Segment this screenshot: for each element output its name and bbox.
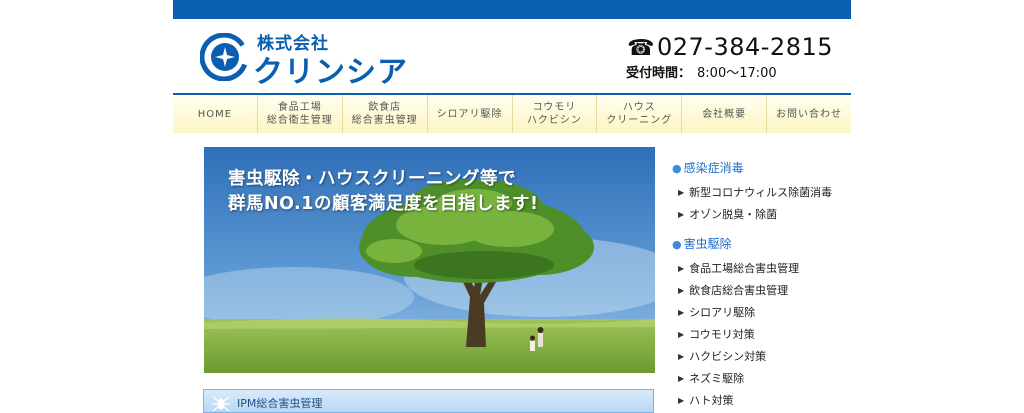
- triangle-right-icon: ▶: [678, 396, 685, 405]
- triangle-right-icon: ▶: [678, 374, 685, 383]
- bullet-icon: ●: [672, 238, 682, 251]
- bullet-icon: ●: [672, 162, 682, 175]
- triangle-right-icon: ▶: [678, 308, 685, 317]
- sidebar-item-label: ハクビシン対策: [689, 350, 767, 363]
- top-bar: [173, 0, 851, 19]
- phone-text: 027-384-2815: [656, 33, 833, 61]
- insect-icon: [212, 396, 230, 412]
- sidebar-item-label: ネズミ駆除: [689, 372, 745, 385]
- ipm-section-header[interactable]: IPM総合害虫管理: [203, 389, 654, 413]
- sidebar-item-label: 新型コロナウィルス除菌消毒: [689, 186, 833, 199]
- sidebar-item-label: 飲食店総合害虫管理: [689, 284, 789, 297]
- company-logo-icon[interactable]: [200, 33, 248, 81]
- telephone-icon: ☎: [627, 36, 655, 61]
- nav-contact[interactable]: お問い合わせ: [767, 95, 851, 133]
- sidebar-item-bat[interactable]: ▶ コウモリ対策: [672, 324, 852, 346]
- hours-label: 受付時間：: [626, 66, 692, 81]
- category-label: 感染症消毒: [683, 161, 744, 175]
- site-header: 株式会社 クリンシア ☎027-384-2815 受付時間： 8:00〜17:00: [173, 19, 851, 93]
- sidebar-item-restaurant[interactable]: ▶ 飲食店総合害虫管理: [672, 280, 852, 302]
- main-nav: HOME 食品工場 総合衛生管理 飲食店 総合害虫管理 シロアリ駆除 コウモリ …: [173, 93, 851, 133]
- sidebar-item-label: 食品工場総合害虫管理: [689, 262, 800, 275]
- nav-restaurant[interactable]: 飲食店 総合害虫管理: [343, 95, 428, 133]
- triangle-right-icon: ▶: [678, 330, 685, 339]
- sidebar-item-label: コウモリ対策: [689, 328, 755, 341]
- category-label: 害虫駆除: [683, 237, 732, 251]
- sidebar-category-pest[interactable]: ● 害虫駆除: [672, 236, 852, 252]
- sidebar-item-food-factory[interactable]: ▶ 食品工場総合害虫管理: [672, 258, 852, 280]
- sidebar-item-civet[interactable]: ▶ ハクビシン対策: [672, 346, 852, 368]
- sidebar-item-ozone[interactable]: ▶ オゾン脱臭・除菌: [672, 204, 852, 226]
- nav-termite[interactable]: シロアリ駆除: [428, 95, 513, 133]
- hero-caption: 害虫駆除・ハウスクリーニング等で 群馬NO.1の顧客満足度を目指します!: [228, 169, 539, 214]
- sidebar-category-disinfection[interactable]: ● 感染症消毒: [672, 160, 852, 176]
- triangle-right-icon: ▶: [678, 286, 685, 295]
- triangle-right-icon: ▶: [678, 210, 685, 219]
- sidebar-item-label: ハト対策: [689, 394, 734, 407]
- sidebar-item-label: オゾン脱臭・除菌: [689, 208, 778, 221]
- nav-bat-civet[interactable]: コウモリ ハクビシン: [513, 95, 598, 133]
- nav-house-cleaning[interactable]: ハウス クリーニング: [597, 95, 683, 133]
- phone-number[interactable]: ☎027-384-2815: [627, 33, 833, 61]
- sidebar-menu: ● 感染症消毒 ▶ 新型コロナウィルス除菌消毒 ▶ オゾン脱臭・除菌 ● 害虫駆除 ▶ 食…: [672, 160, 852, 412]
- sidebar-item-termite[interactable]: ▶ シロアリ駆除: [672, 302, 852, 324]
- sidebar-item-corona[interactable]: ▶ 新型コロナウィルス除菌消毒: [672, 182, 852, 204]
- sidebar-item-rat[interactable]: ▶ ネズミ駆除: [672, 368, 852, 390]
- sidebar-item-label: シロアリ駆除: [689, 306, 756, 319]
- nav-food-factory[interactable]: 食品工場 総合衛生管理: [258, 95, 343, 133]
- business-hours: 受付時間： 8:00〜17:00: [626, 62, 777, 81]
- ipm-label: IPM総合害虫管理: [237, 397, 323, 410]
- triangle-right-icon: ▶: [678, 264, 685, 273]
- nav-home[interactable]: HOME: [173, 95, 258, 133]
- sidebar-item-pigeon[interactable]: ▶ ハト対策: [672, 390, 852, 412]
- nav-company[interactable]: 会社概要: [682, 95, 768, 133]
- company-name[interactable]: クリンシア: [253, 47, 408, 91]
- triangle-right-icon: ▶: [678, 188, 685, 197]
- hero-banner: 害虫駆除・ハウスクリーニング等で 群馬NO.1の顧客満足度を目指します!: [204, 147, 655, 373]
- hours-value: 8:00〜17:00: [697, 66, 777, 81]
- triangle-right-icon: ▶: [678, 352, 685, 361]
